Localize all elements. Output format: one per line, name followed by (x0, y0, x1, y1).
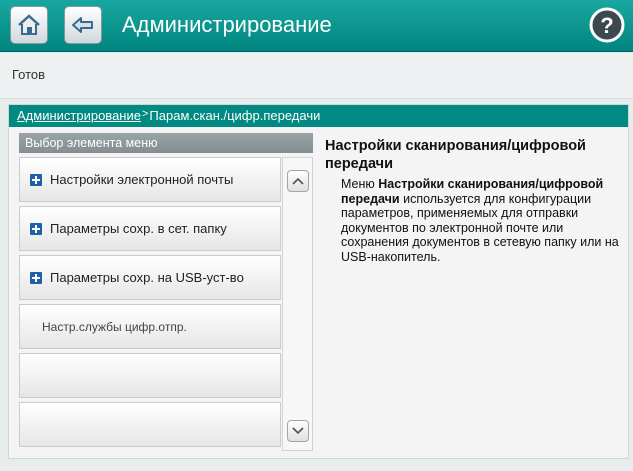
expand-plus-icon (30, 271, 42, 284)
home-button[interactable] (10, 6, 48, 44)
menu-scrollbar[interactable] (282, 157, 313, 451)
status-text: Готов (12, 67, 46, 82)
menu-item-label: Настр.службы цифр.отпр. (42, 319, 187, 334)
menu-header: Выбор элемента меню (19, 133, 313, 153)
description-prefix: Меню (341, 177, 379, 191)
menu-item-label: Настройки электронной почты (50, 172, 234, 187)
breadcrumb: Администрирование>Парам.скан./цифр.перед… (9, 105, 628, 127)
scroll-down-button[interactable] (287, 420, 309, 442)
description-title: Настройки сканирования/цифровой передачи (325, 138, 586, 172)
header-bar: Администрирование ? (0, 0, 633, 52)
home-icon (18, 14, 40, 35)
menu-item-empty-1 (19, 353, 281, 398)
scroll-up-button[interactable] (287, 170, 309, 192)
page-title: Администрирование (122, 12, 332, 37)
menu-item-empty-2 (19, 402, 281, 447)
description-body: Меню Настройки сканирования/цифровой пер… (325, 177, 625, 264)
help-icon: ? (589, 7, 625, 43)
menu-item-digital-send-service[interactable]: Настр.службы цифр.отпр. (19, 304, 281, 349)
menu-item-email-settings[interactable]: Настройки электронной почты (19, 157, 281, 202)
svg-text:?: ? (600, 13, 613, 38)
help-button[interactable]: ? (587, 6, 627, 44)
menu-item-network-folder[interactable]: Параметры сохр. в сет. папку (19, 206, 281, 251)
expand-plus-icon (30, 222, 42, 235)
status-bar: Готов (0, 53, 633, 99)
menu-item-label: Параметры сохр. на USB-уст-во (50, 270, 244, 285)
menu-item-label: Параметры сохр. в сет. папку (50, 221, 227, 236)
back-icon (72, 17, 93, 33)
description-pane: Настройки сканирования/цифровой передачи… (325, 137, 625, 264)
breadcrumb-current: Парам.скан./цифр.передачи (149, 108, 321, 123)
breadcrumb-separator: > (141, 108, 149, 120)
main-panel: Администрирование>Парам.скан./цифр.перед… (8, 104, 629, 459)
breadcrumb-root-link[interactable]: Администрирование (17, 108, 141, 123)
back-button[interactable] (64, 6, 102, 44)
chevron-up-icon (292, 177, 304, 185)
chevron-down-icon (292, 427, 304, 435)
menu-item-usb-storage[interactable]: Параметры сохр. на USB-уст-во (19, 255, 281, 300)
expand-plus-icon (30, 173, 42, 186)
